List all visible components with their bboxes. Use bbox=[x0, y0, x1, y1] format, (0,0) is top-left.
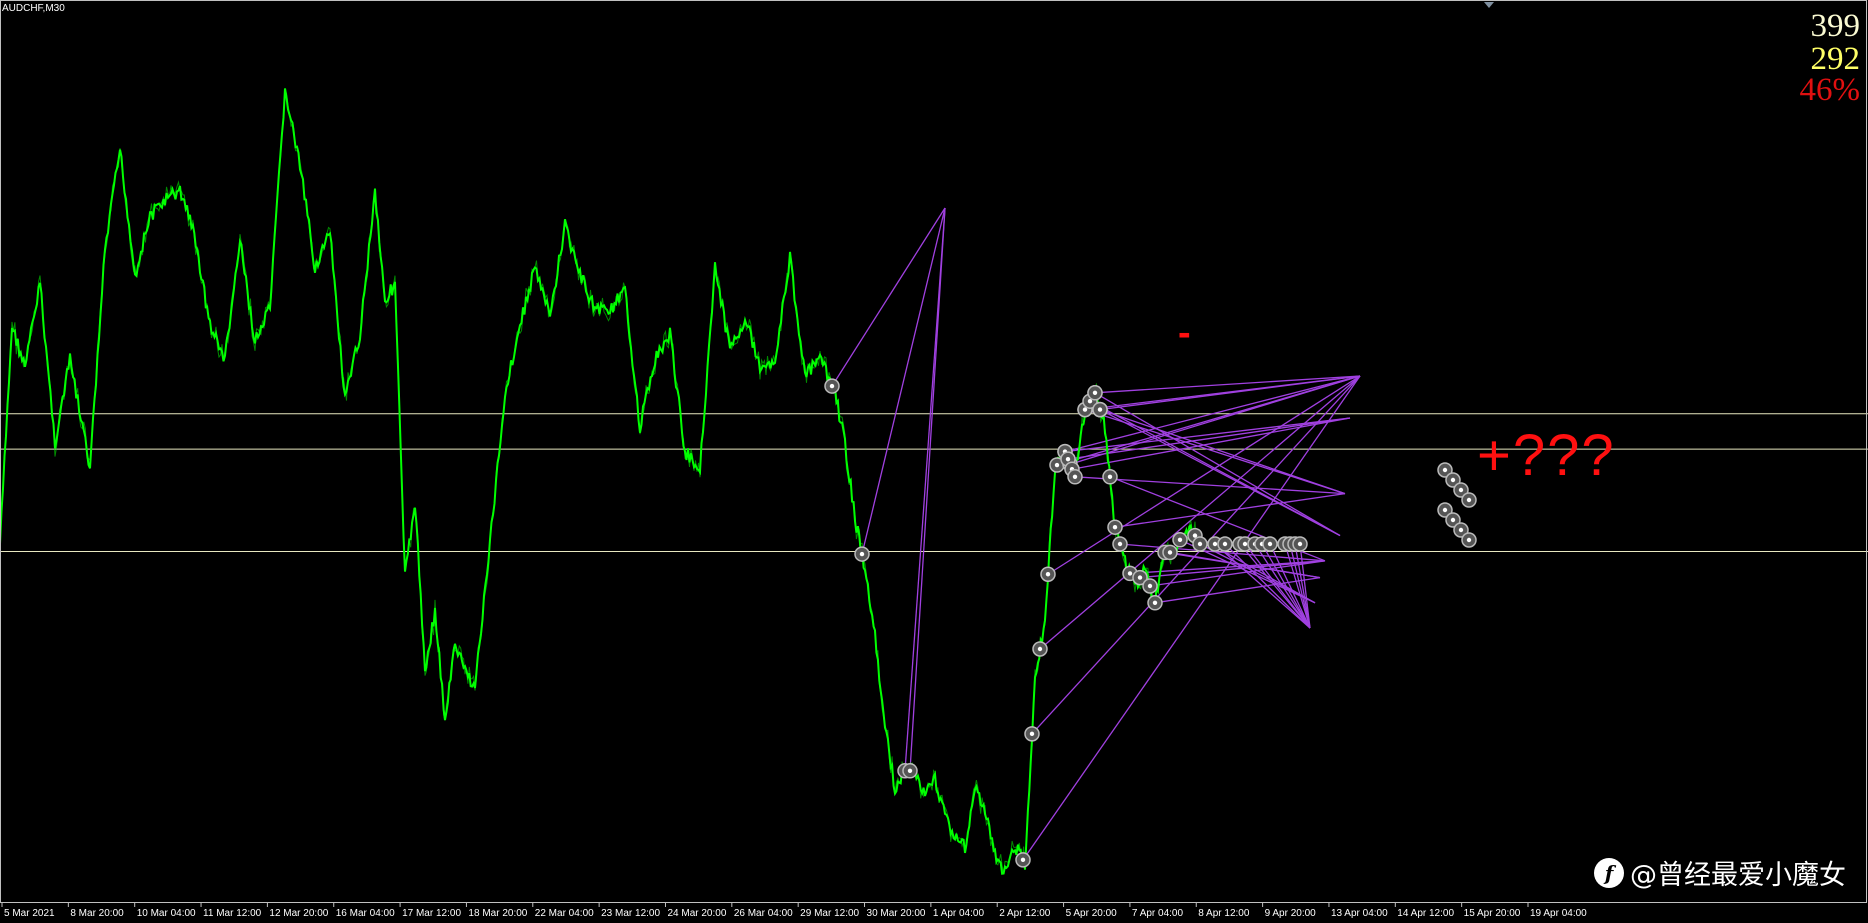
trade-marker-icon[interactable] bbox=[1192, 536, 1208, 552]
stat-total: 399 bbox=[1810, 8, 1861, 44]
x-tick-label: 10 Mar 04:00 bbox=[137, 908, 196, 919]
trade-line bbox=[831, 207, 946, 387]
x-tick-label: 12 Mar 20:00 bbox=[269, 908, 328, 919]
trade-line bbox=[1099, 375, 1361, 411]
trade-marker-icon[interactable] bbox=[1112, 536, 1128, 552]
trade-line bbox=[909, 207, 946, 771]
trade-marker-icon[interactable] bbox=[1162, 544, 1178, 561]
x-tick-label: 13 Apr 04:00 bbox=[1331, 908, 1388, 919]
trade-marker-icon[interactable] bbox=[1087, 385, 1103, 401]
trade-marker-icon[interactable] bbox=[1142, 578, 1158, 594]
trade-marker-icon[interactable] bbox=[1461, 492, 1477, 508]
price-line bbox=[0, 88, 1201, 875]
x-axis: 5 Mar 2021 8 Mar 20:00 10 Mar 04:00 11 Mar … bbox=[1, 903, 1587, 919]
trade-marker-icon[interactable] bbox=[1262, 536, 1278, 552]
trade-line bbox=[1071, 417, 1351, 470]
trade-marker-icon[interactable] bbox=[1172, 532, 1188, 548]
trade-marker-icon[interactable] bbox=[1292, 536, 1308, 552]
x-tick-label: 29 Mar 12:00 bbox=[800, 908, 859, 919]
trade-marker-icon[interactable] bbox=[1147, 595, 1163, 611]
stat-percent: 46% bbox=[1799, 72, 1861, 108]
trade-marker-icon[interactable] bbox=[854, 546, 870, 562]
annotation-plus: +??? bbox=[1477, 423, 1616, 488]
x-tick-label: 5 Mar 2021 bbox=[4, 908, 55, 919]
x-tick-label: 18 Mar 20:00 bbox=[468, 908, 527, 919]
symbol-label: AUDCHF,M30 bbox=[2, 3, 65, 14]
trade-line bbox=[1067, 417, 1351, 460]
trade-marker-icon[interactable] bbox=[1040, 566, 1056, 582]
trade-marker-icon[interactable] bbox=[1067, 469, 1083, 485]
x-tick-label: 17 Mar 12:00 bbox=[402, 908, 461, 919]
trade-line bbox=[1094, 375, 1361, 394]
x-tick-label: 7 Apr 04:00 bbox=[1132, 908, 1184, 919]
x-tick-label: 16 Mar 04:00 bbox=[336, 908, 395, 919]
trade-marker-icon[interactable] bbox=[1024, 726, 1040, 742]
x-tick-label: 24 Mar 20:00 bbox=[667, 908, 726, 919]
x-tick-label: 26 Mar 04:00 bbox=[734, 908, 793, 919]
price-noise bbox=[0, 92, 1199, 875]
trade-line bbox=[1099, 409, 1341, 537]
trade-line bbox=[1269, 543, 1311, 629]
x-tick-label: 1 Apr 04:00 bbox=[933, 908, 985, 919]
weibo-logo-icon: f bbox=[1594, 857, 1624, 888]
x-tick-label: 11 Mar 12:00 bbox=[203, 908, 262, 919]
trade-marker-icon[interactable] bbox=[1092, 401, 1108, 418]
trade-marker-icon[interactable] bbox=[1217, 536, 1233, 552]
trade-marker-icon[interactable] bbox=[1032, 641, 1048, 657]
watermark: f @曾经最爱小魔女 bbox=[1594, 853, 1846, 892]
trade-marker-icon[interactable] bbox=[1015, 852, 1031, 868]
x-tick-label: 2 Apr 12:00 bbox=[999, 908, 1051, 919]
trade-lines bbox=[831, 207, 1361, 861]
x-tick-label: 14 Apr 12:00 bbox=[1397, 908, 1454, 919]
watermark-text: @曾经最爱小魔女 bbox=[1630, 860, 1846, 891]
trade-marker-icon[interactable] bbox=[1107, 519, 1123, 535]
x-tick-label: 8 Mar 20:00 bbox=[70, 908, 124, 919]
scroll-arrow-icon[interactable] bbox=[1484, 2, 1494, 8]
x-tick-label: 15 Apr 20:00 bbox=[1464, 908, 1521, 919]
trade-marker-icon[interactable] bbox=[902, 763, 918, 779]
trade-marker-icon[interactable] bbox=[824, 378, 840, 394]
x-tick-label: 22 Mar 04:00 bbox=[535, 908, 594, 919]
trade-marker-icon[interactable] bbox=[1102, 469, 1118, 485]
x-tick-label: 5 Apr 20:00 bbox=[1066, 908, 1118, 919]
x-tick-label: 19 Apr 04:00 bbox=[1530, 908, 1587, 919]
x-tick-label: 8 Apr 12:00 bbox=[1198, 908, 1250, 919]
annotation-minus: - bbox=[1178, 312, 1191, 354]
x-tick-label: 9 Apr 20:00 bbox=[1265, 908, 1317, 919]
trade-marker-icon[interactable] bbox=[1461, 532, 1477, 548]
x-tick-label: 23 Mar 12:00 bbox=[601, 908, 660, 919]
x-tick-label: 30 Mar 20:00 bbox=[867, 908, 926, 919]
